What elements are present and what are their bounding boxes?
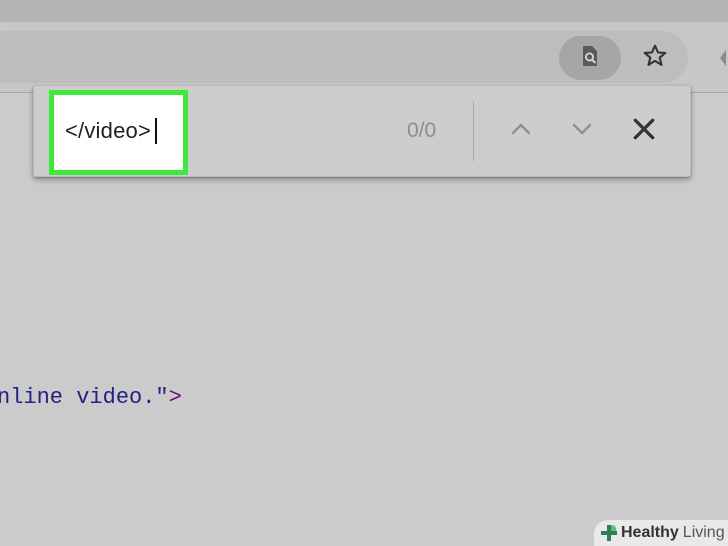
find-bar-divider xyxy=(473,101,474,161)
source-tag-bracket: > xyxy=(168,385,182,410)
watermark: Healthy Living xyxy=(594,520,728,546)
watermark-brand-bold: Healthy xyxy=(621,524,679,541)
watermark-brand-regular: Living xyxy=(682,524,725,541)
close-icon xyxy=(631,116,657,147)
close-find-button[interactable] xyxy=(624,111,664,151)
bookmark-button[interactable] xyxy=(633,36,677,80)
find-query-text: </video> xyxy=(65,118,152,143)
browser-toolbar xyxy=(0,22,728,93)
tab-strip xyxy=(0,0,728,22)
source-attribute-text: nline video." xyxy=(0,385,169,410)
find-input-highlight: </video> xyxy=(49,90,188,175)
star-icon xyxy=(641,42,669,75)
chevron-up-icon xyxy=(509,117,533,146)
find-next-button[interactable] xyxy=(562,111,602,151)
match-count: 0/0 xyxy=(407,119,437,142)
search-in-page-button[interactable] xyxy=(559,36,621,80)
extension-icon[interactable] xyxy=(716,46,728,70)
find-input[interactable]: </video> xyxy=(65,118,158,144)
browser-window: </video> 0/0 nline video."> Healthy Livi… xyxy=(0,0,728,546)
find-bar: </video> 0/0 xyxy=(33,85,691,177)
chevron-down-icon xyxy=(570,117,594,146)
page-source-line: nline video."> xyxy=(0,385,182,410)
find-previous-button[interactable] xyxy=(501,111,541,151)
search-in-page-icon xyxy=(578,44,602,73)
text-caret xyxy=(155,118,158,144)
logo-icon xyxy=(599,523,619,543)
